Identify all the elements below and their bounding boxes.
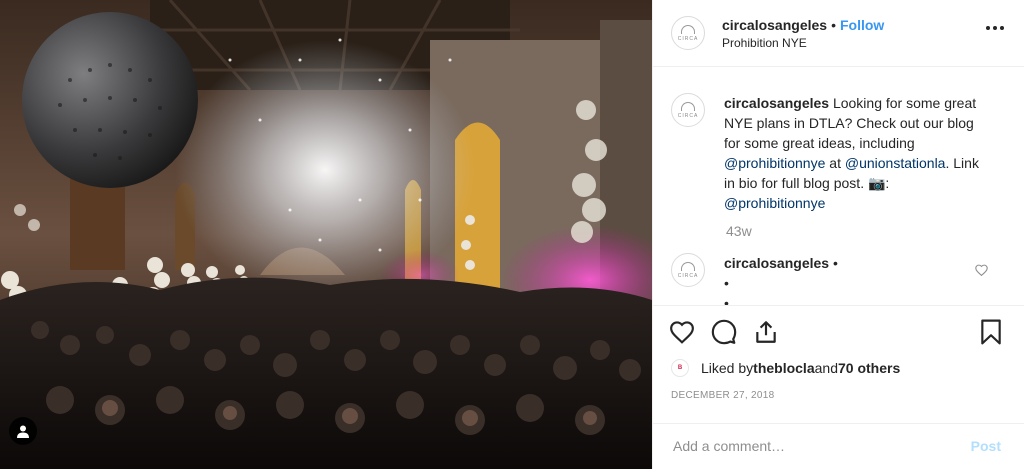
post-details-panel: CIRCA circalosangeles • Follow Prohibition… (652, 0, 1024, 469)
instagram-post: CIRCA circalosangeles • Follow Prohibition… (0, 0, 1024, 469)
avatar-text: CIRCA (677, 112, 699, 119)
caption: CIRCA circalosangeles Looking for some g… (671, 93, 1006, 213)
comment-text: circalosangeles • • • (724, 253, 838, 307)
comments-section: CIRCA circalosangeles Looking for some g… (653, 67, 1024, 307)
comment-line: circalosangeles • (724, 253, 838, 273)
likes-prefix: Liked by (701, 359, 754, 376)
comment-like-icon[interactable] (975, 263, 988, 281)
avatar-text: CIRCA (677, 35, 699, 42)
caption-age[interactable]: 43w (726, 223, 1006, 239)
post-date[interactable]: DECEMBER 27, 2018 (653, 378, 1024, 413)
more-dot (1000, 26, 1004, 30)
comment-item: CIRCA circalosangeles • • • (671, 253, 1006, 307)
add-comment-form: Post (653, 422, 1024, 469)
likes-summary: B Liked by theblocla and 70 others (653, 358, 1024, 377)
share-icon (756, 321, 776, 344)
more-dot (986, 26, 990, 30)
comment-bullet: • (832, 255, 838, 272)
follow-button[interactable]: Follow (840, 17, 884, 33)
avatar[interactable]: CIRCA (671, 16, 705, 51)
comment-icon (711, 320, 737, 345)
liker-username[interactable]: theblocla (753, 360, 814, 376)
more-dot (993, 26, 997, 30)
comment-button[interactable] (711, 319, 737, 345)
comment-avatar[interactable]: CIRCA (671, 253, 705, 288)
caption-username[interactable]: circalosangeles (724, 95, 829, 111)
circa-logo-icon (681, 24, 695, 34)
like-button[interactable] (669, 320, 695, 345)
comment-line: • (724, 295, 729, 307)
caption-text-part: at (825, 155, 845, 172)
likes-and: and (814, 359, 838, 376)
header-username[interactable]: circalosangeles (722, 17, 827, 33)
bookmark-icon (981, 319, 1001, 345)
likes-others[interactable]: 70 others (838, 360, 900, 376)
header-text: circalosangeles • Follow Prohibition NYE (722, 16, 884, 50)
mention-link[interactable]: @prohibitionnye (724, 155, 825, 171)
caption-avatar[interactable]: CIRCA (671, 93, 705, 128)
party-photo (0, 0, 652, 469)
mention-link[interactable]: @unionstationla (845, 155, 946, 171)
location-link[interactable]: Prohibition NYE (722, 36, 884, 50)
share-button[interactable] (753, 319, 779, 345)
comment-input[interactable] (671, 437, 971, 456)
user-tag-icon (17, 425, 29, 438)
comment-line: • (724, 275, 729, 292)
more-options-icon[interactable] (986, 26, 1004, 30)
avatar-text: CIRCA (677, 272, 699, 279)
header-line: circalosangeles • Follow (722, 16, 884, 34)
liker-avatar[interactable]: B (671, 358, 689, 377)
comment-username[interactable]: circalosangeles (724, 255, 829, 271)
heart-icon (670, 321, 694, 345)
mention-link[interactable]: @prohibitionnye (724, 195, 825, 211)
circa-logo-icon (681, 101, 695, 111)
caption-text: circalosangeles Looking for some great N… (724, 93, 989, 213)
user-tag-button[interactable] (9, 417, 37, 445)
post-comment-button[interactable]: Post (971, 438, 1001, 454)
heart-icon (975, 265, 988, 277)
circa-logo-icon (681, 261, 695, 271)
post-image[interactable] (0, 0, 652, 469)
post-header: CIRCA circalosangeles • Follow Prohibition… (653, 0, 1024, 68)
dot-separator: • (831, 17, 836, 34)
action-bar (653, 306, 1024, 358)
save-button[interactable] (980, 319, 1002, 350)
